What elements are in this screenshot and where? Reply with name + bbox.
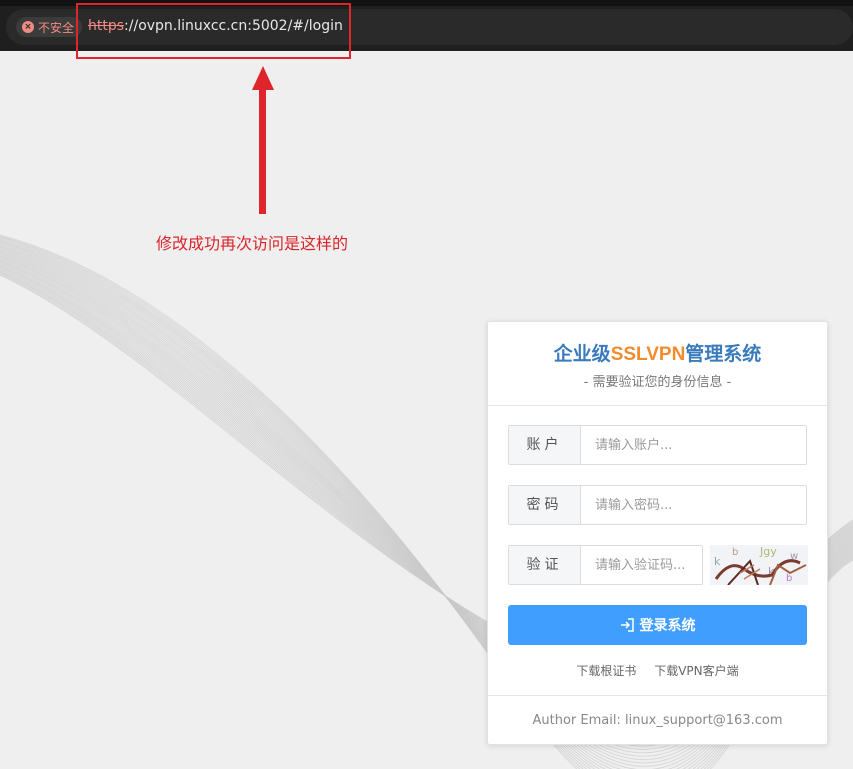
account-label: 账户 [509, 426, 581, 464]
download-client-link[interactable]: 下载VPN客户端 [654, 664, 738, 678]
svg-text:b: b [732, 547, 738, 558]
sign-in-icon [620, 618, 634, 632]
security-indicator[interactable]: × 不安全 [16, 17, 83, 37]
password-label: 密码 [509, 486, 581, 524]
password-input[interactable] [581, 486, 806, 524]
svg-text:k: k [714, 555, 721, 568]
author-email-footer: Author Email: linux_support@163.com [488, 695, 827, 745]
account-field: 账户 [508, 425, 807, 465]
captcha-graphic: k b Jgy w k b [710, 545, 808, 585]
password-field: 密码 [508, 485, 807, 525]
captcha-field: 验证 [508, 545, 703, 585]
svg-text:b: b [786, 573, 792, 584]
title-accent: SSLVPN [610, 344, 686, 365]
annotation-arrow [252, 66, 274, 214]
download-links: 下载根证书 下载VPN客户端 [488, 662, 827, 679]
annotation-text: 修改成功再次访问是这样的 [156, 234, 349, 253]
page-title: 企业级SSLVPN管理系统 [488, 322, 827, 366]
svg-text:Jgy: Jgy [759, 545, 777, 558]
login-button[interactable]: 登录系统 [508, 605, 807, 645]
page-subtitle: - 需要验证您的身份信息 - [583, 375, 732, 390]
login-button-label: 登录系统 [639, 618, 696, 634]
warning-circle-icon: × [22, 21, 34, 33]
account-input[interactable] [581, 426, 806, 464]
title-prefix: 企业级 [553, 344, 611, 365]
captcha-label: 验证 [509, 546, 581, 584]
captcha-input[interactable] [581, 546, 702, 584]
insecure-label: 不安全 [38, 20, 75, 35]
login-card-header: 企业级SSLVPN管理系统 - 需要验证您的身份信息 - [488, 322, 827, 406]
login-card: 企业级SSLVPN管理系统 - 需要验证您的身份信息 - 账户 密码 验证 k … [487, 321, 828, 745]
download-cert-link[interactable]: 下载根证书 [576, 664, 636, 678]
captcha-image[interactable]: k b Jgy w k b [710, 545, 808, 585]
title-suffix: 管理系统 [685, 344, 762, 365]
url-highlight-box [76, 3, 351, 59]
